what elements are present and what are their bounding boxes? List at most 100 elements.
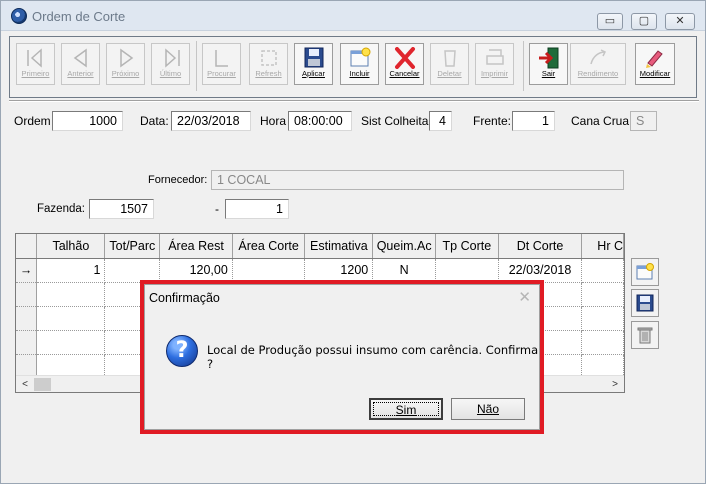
save-disk-icon xyxy=(636,294,654,312)
save-disk-icon xyxy=(304,47,323,68)
grid-header-dt-corte[interactable]: Dt Corte xyxy=(498,234,583,259)
toolbar-separator xyxy=(196,41,197,91)
yield-icon xyxy=(590,49,607,65)
incluir-label: Incluir xyxy=(349,69,370,78)
proximo-label: Próximo xyxy=(111,69,140,78)
new-record-icon xyxy=(350,47,370,67)
cancelar-button[interactable]: Cancelar xyxy=(385,43,424,85)
incluir-button[interactable]: Incluir xyxy=(340,43,379,85)
anterior-button[interactable]: Anterior xyxy=(61,43,100,85)
cana-crua-field: S xyxy=(630,111,657,131)
cell-hr-corte[interactable] xyxy=(581,258,624,283)
sist-colheita-field[interactable]: 4 xyxy=(429,111,452,131)
print-icon xyxy=(485,49,504,65)
grid-header-estimativa[interactable]: Estimativa xyxy=(304,234,374,259)
hora-field[interactable]: 08:00:00 xyxy=(288,111,352,131)
fazenda-sub-field[interactable]: 1 xyxy=(225,199,289,219)
fazenda-label: Fazenda: xyxy=(37,203,85,215)
cancelar-label: Cancelar xyxy=(389,69,420,78)
cana-crua-label: Cana Crua: xyxy=(571,114,633,128)
cell-estimativa[interactable]: 1200 xyxy=(304,258,374,283)
title-bar: Ordem de Corte ▭ ▢ ✕ xyxy=(1,1,705,31)
confirmation-dialog: Confirmação ✕ ? Local de Produção possui… xyxy=(144,284,540,430)
grid-delete-row-button[interactable] xyxy=(631,321,659,349)
maximize-button[interactable]: ▢ xyxy=(631,13,657,30)
aplicar-button[interactable]: Aplicar xyxy=(294,43,333,85)
toolbar: Primeiro Anterior Próximo Último Procura… xyxy=(9,36,697,98)
grid-header-area-rest[interactable]: Área Rest xyxy=(159,234,233,259)
imprimir-label: Imprimir xyxy=(480,69,509,78)
cell-talhao[interactable]: 1 xyxy=(36,258,106,283)
trash-icon xyxy=(637,327,653,344)
sair-button[interactable]: Sair xyxy=(529,43,568,85)
fazenda-field[interactable]: 1507 xyxy=(89,199,154,219)
sim-button[interactable]: Sim xyxy=(369,398,443,420)
delete-icon xyxy=(443,50,456,67)
grid-header-tp-corte[interactable]: Tp Corte xyxy=(435,234,499,259)
modificar-button[interactable]: Modificar xyxy=(635,43,675,85)
grid-header-queim-ac[interactable]: Queim.Ac xyxy=(372,234,437,259)
cell-area-corte[interactable] xyxy=(232,258,306,283)
minimize-button[interactable]: ▭ xyxy=(597,13,623,30)
grid-header-tot-parc[interactable]: Tot/Parc xyxy=(104,234,161,259)
table-row[interactable]: → 1 120,00 1200 N 22/03/2018 xyxy=(16,258,624,283)
ultimo-label: Último xyxy=(159,69,182,78)
sist-colheita-label: Sist Colheita: xyxy=(361,114,432,128)
refresh-label: Refresh xyxy=(255,69,282,78)
anterior-label: Anterior xyxy=(67,69,94,78)
procurar-button[interactable]: Procurar xyxy=(202,43,241,85)
scroll-thumb[interactable] xyxy=(34,378,51,391)
last-record-icon xyxy=(164,48,180,68)
data-field[interactable]: 22/03/2018 xyxy=(171,111,251,131)
rendimento-label: Rendimento xyxy=(577,69,619,78)
cell-area-rest[interactable]: 120,00 xyxy=(159,258,233,283)
cell-tp-corte[interactable] xyxy=(435,258,499,283)
ordem-label: Ordem xyxy=(14,114,51,128)
grid-header-talhao[interactable]: Talhão xyxy=(36,234,106,259)
deletar-label: Deletar xyxy=(437,69,462,78)
toolbar-separator xyxy=(523,41,524,91)
rendimento-button[interactable]: Rendimento xyxy=(570,43,626,85)
cell-tot-parc[interactable] xyxy=(104,258,161,283)
aplicar-label: Aplicar xyxy=(302,69,325,78)
grid-header-area-corte[interactable]: Área Corte xyxy=(232,234,306,259)
scroll-left-arrow[interactable]: < xyxy=(17,377,33,392)
new-record-icon xyxy=(636,263,654,280)
next-record-icon xyxy=(119,48,133,68)
window-title: Ordem de Corte xyxy=(32,9,126,24)
ultimo-button[interactable]: Último xyxy=(151,43,190,85)
fornecedor-label: Fornecedor: xyxy=(148,174,208,186)
dialog-close-icon[interactable]: ✕ xyxy=(518,288,531,306)
procurar-label: Procurar xyxy=(207,69,236,78)
scroll-right-arrow[interactable]: > xyxy=(607,377,623,392)
close-window-button[interactable]: ✕ xyxy=(665,13,695,30)
edit-brush-icon xyxy=(646,50,663,68)
refresh-icon xyxy=(260,50,277,66)
exit-door-icon xyxy=(538,47,558,69)
ordem-field[interactable]: 1000 xyxy=(52,111,123,131)
question-icon: ? xyxy=(166,335,198,367)
proximo-button[interactable]: Próximo xyxy=(106,43,145,85)
app-icon xyxy=(11,8,27,24)
cell-queim-ac[interactable]: N xyxy=(372,258,437,283)
fornecedor-field: 1 COCAL xyxy=(211,170,624,190)
dialog-message: Local de Produção possui insumo com carê… xyxy=(207,343,539,371)
search-icon xyxy=(214,50,228,67)
hora-label: Hora xyxy=(260,114,287,128)
previous-record-icon xyxy=(73,48,87,68)
nao-button[interactable]: Não xyxy=(451,398,525,420)
grid-add-row-button[interactable] xyxy=(631,258,659,286)
grid-save-row-button[interactable] xyxy=(631,289,659,317)
refresh-button[interactable]: Refresh xyxy=(249,43,288,85)
grid-header-hr-corte[interactable]: Hr C xyxy=(581,234,624,259)
toolbar-divider xyxy=(9,100,699,102)
dialog-title: Confirmação xyxy=(149,291,220,305)
grid-indicator-header xyxy=(16,234,38,259)
data-label: Data: xyxy=(140,114,169,128)
imprimir-button[interactable]: Imprimir xyxy=(475,43,514,85)
frente-field[interactable]: 1 xyxy=(512,111,555,131)
primeiro-button[interactable]: Primeiro xyxy=(16,43,55,85)
current-row-indicator: → xyxy=(16,258,38,283)
cell-dt-corte[interactable]: 22/03/2018 xyxy=(498,258,583,283)
deletar-button[interactable]: Deletar xyxy=(430,43,469,85)
